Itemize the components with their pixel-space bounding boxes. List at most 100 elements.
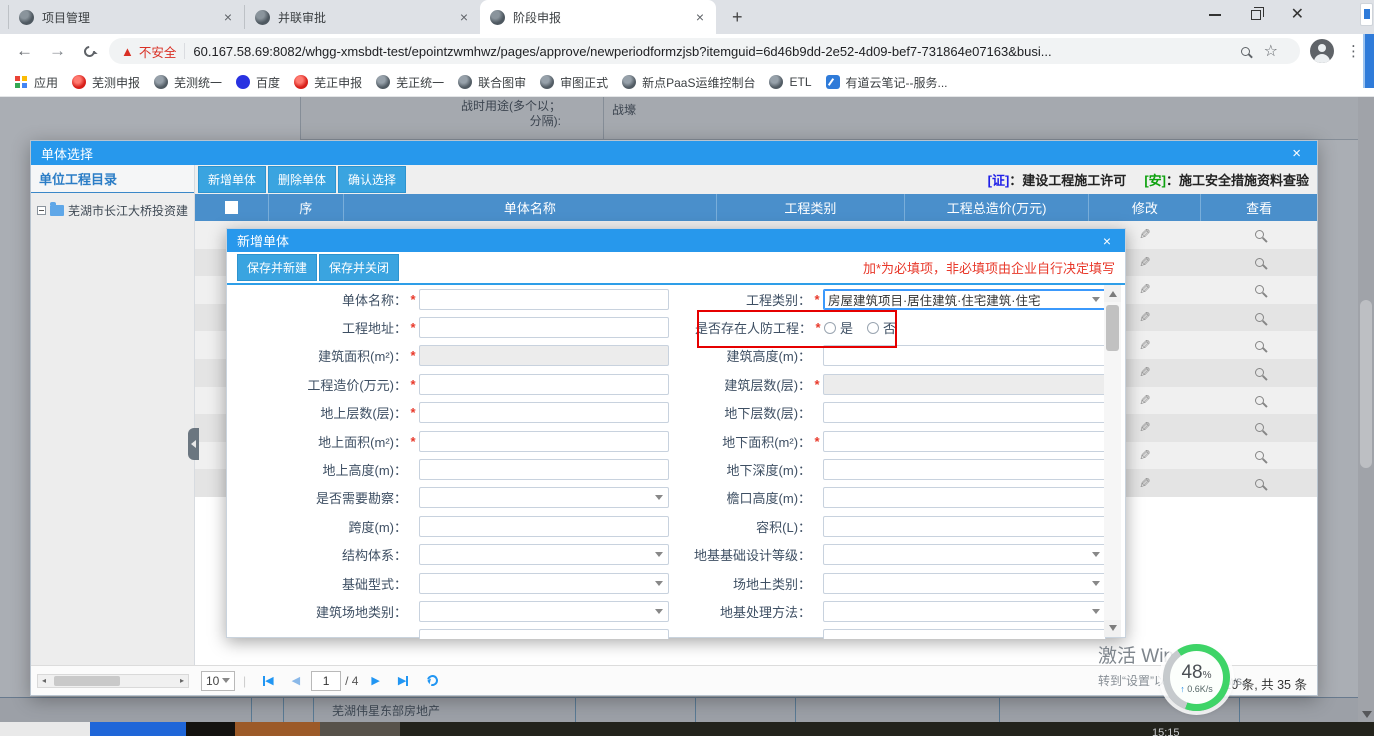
edit-pencil-icon[interactable]: ✎ xyxy=(1139,475,1151,492)
edit-pencil-icon[interactable]: ✎ xyxy=(1139,447,1151,464)
field-select[interactable] xyxy=(823,544,1106,565)
edit-pencil-icon[interactable]: ✎ xyxy=(1139,419,1151,436)
dialog-save-button[interactable]: 保存并新建 xyxy=(237,254,317,281)
tab-close-icon[interactable]: × xyxy=(692,9,708,25)
zoom-icon[interactable] xyxy=(1241,47,1250,56)
edit-pencil-icon[interactable]: ✎ xyxy=(1139,364,1151,381)
view-search-icon[interactable] xyxy=(1255,396,1264,405)
field-input[interactable] xyxy=(823,629,1106,639)
browser-tab[interactable]: 项目管理× xyxy=(8,5,244,29)
edit-pencil-icon[interactable]: ✎ xyxy=(1139,337,1151,354)
field-select[interactable] xyxy=(823,573,1106,594)
select-all-checkbox[interactable] xyxy=(225,201,238,214)
field-input[interactable] xyxy=(823,402,1106,423)
view-search-icon[interactable] xyxy=(1255,313,1264,322)
back-icon[interactable]: ← xyxy=(16,41,33,61)
edit-pencil-icon[interactable]: ✎ xyxy=(1139,226,1151,243)
horizontal-scrollbar[interactable]: ◂ ▸ xyxy=(37,674,189,688)
tab-close-icon[interactable]: × xyxy=(220,9,236,25)
profile-avatar[interactable] xyxy=(1310,39,1334,63)
page-size-select[interactable]: 10 xyxy=(201,671,235,691)
field-input[interactable] xyxy=(823,459,1106,480)
next-page-button[interactable]: ▶ xyxy=(371,674,379,687)
browser-tab[interactable]: 并联审批× xyxy=(244,5,480,29)
network-speed-gauge[interactable]: 48% ↑ 0.6K/s xyxy=(1163,644,1230,711)
radio-circle-icon[interactable] xyxy=(824,322,836,334)
field-select[interactable]: 房屋建筑项目·居住建筑·住宅建筑·住宅 xyxy=(823,289,1106,310)
first-page-button[interactable]: ◀ xyxy=(263,674,273,687)
scroll-up-button[interactable] xyxy=(1104,285,1121,302)
docked-sidebar-handle[interactable] xyxy=(1363,34,1374,88)
radio-option[interactable]: 否 xyxy=(867,318,896,337)
edit-pencil-icon[interactable]: ✎ xyxy=(1139,281,1151,298)
bookmark-item[interactable]: 芜测申报 xyxy=(72,74,140,91)
view-search-icon[interactable] xyxy=(1255,258,1264,267)
field-input[interactable] xyxy=(823,516,1106,537)
scroll-right-arrow-icon[interactable]: ▸ xyxy=(176,676,188,685)
prev-page-button[interactable]: ◀ xyxy=(292,674,300,687)
field-input[interactable] xyxy=(419,402,669,423)
reload-icon[interactable] xyxy=(82,43,97,58)
taskbar-app[interactable] xyxy=(320,722,400,736)
field-select[interactable] xyxy=(419,487,669,508)
field-input[interactable] xyxy=(419,516,669,537)
refresh-icon[interactable] xyxy=(425,673,440,688)
edit-pencil-icon[interactable]: ✎ xyxy=(1139,309,1151,326)
horizontal-scrollbar-thumb[interactable] xyxy=(54,676,120,686)
tree-node[interactable]: 芜湖市长江大桥投资建 xyxy=(37,202,194,219)
bookmark-item[interactable]: 应用 xyxy=(14,74,58,91)
scroll-left-arrow-icon[interactable]: ◂ xyxy=(38,676,50,685)
field-input[interactable] xyxy=(419,459,669,480)
field-input[interactable] xyxy=(419,374,669,395)
bookmark-item[interactable]: 联合图审 xyxy=(458,74,526,91)
url-text[interactable]: 60.167.58.69:8082/whgg-xmsbdt-test/epoin… xyxy=(193,44,1232,59)
tree-node-label[interactable]: 芜湖市长江大桥投资建 xyxy=(68,202,188,219)
field-input[interactable] xyxy=(419,317,669,338)
tree-expander-icon[interactable] xyxy=(37,206,46,215)
field-select[interactable] xyxy=(419,601,669,622)
field-input[interactable] xyxy=(419,629,669,639)
view-search-icon[interactable] xyxy=(1255,230,1264,239)
field-select[interactable] xyxy=(823,601,1106,622)
field-input[interactable] xyxy=(419,289,669,310)
edit-pencil-icon[interactable]: ✎ xyxy=(1139,254,1151,271)
panel-collapse-handle[interactable] xyxy=(188,428,199,460)
bookmark-star-icon[interactable]: ☆ xyxy=(1264,41,1278,61)
taskbar-app[interactable] xyxy=(235,722,320,736)
dialog-scrollbar-thumb[interactable] xyxy=(1106,305,1119,351)
dialog-close-icon[interactable]: × xyxy=(1103,233,1111,249)
view-search-icon[interactable] xyxy=(1255,341,1264,350)
bookmark-item[interactable]: 有道云笔记--服务... xyxy=(826,74,948,91)
bookmark-item[interactable]: ETL xyxy=(769,75,811,89)
view-search-icon[interactable] xyxy=(1255,285,1264,294)
forward-icon[interactable]: → xyxy=(49,41,66,61)
dialog-scrollbar[interactable] xyxy=(1104,285,1121,637)
browser-tab[interactable]: 阶段申报× xyxy=(480,0,716,34)
scroll-down-button[interactable] xyxy=(1104,620,1121,637)
page-number-input[interactable] xyxy=(311,671,341,691)
field-select[interactable] xyxy=(419,573,669,594)
view-search-icon[interactable] xyxy=(1255,479,1264,488)
docked-widget-icon[interactable] xyxy=(1360,3,1373,26)
new-tab-button[interactable]: + xyxy=(726,7,749,28)
field-input[interactable] xyxy=(823,487,1106,508)
browser-menu-icon[interactable]: ⋮ xyxy=(1346,42,1360,60)
minimize-icon[interactable] xyxy=(1209,14,1221,16)
toolbar-button[interactable]: 新增单体 xyxy=(198,166,266,193)
field-input[interactable] xyxy=(823,345,1106,366)
field-input[interactable] xyxy=(823,431,1106,452)
taskbar-app[interactable] xyxy=(186,722,235,736)
bookmark-item[interactable]: 百度 xyxy=(236,74,280,91)
view-search-icon[interactable] xyxy=(1255,451,1264,460)
radio-circle-icon[interactable] xyxy=(867,322,879,334)
view-search-icon[interactable] xyxy=(1255,423,1264,432)
toolbar-button[interactable]: 确认选择 xyxy=(338,166,406,193)
bookmark-item[interactable]: 芜正申报 xyxy=(294,74,362,91)
bookmark-item[interactable]: 芜测统一 xyxy=(154,74,222,91)
tab-close-icon[interactable]: × xyxy=(456,9,472,25)
dialog-save-button[interactable]: 保存并关闭 xyxy=(319,254,399,281)
taskbar-app[interactable] xyxy=(0,722,90,736)
close-window-icon[interactable]: ✕ xyxy=(1291,7,1304,23)
modal-close-icon[interactable]: × xyxy=(1292,146,1301,161)
restore-icon[interactable] xyxy=(1251,10,1261,20)
